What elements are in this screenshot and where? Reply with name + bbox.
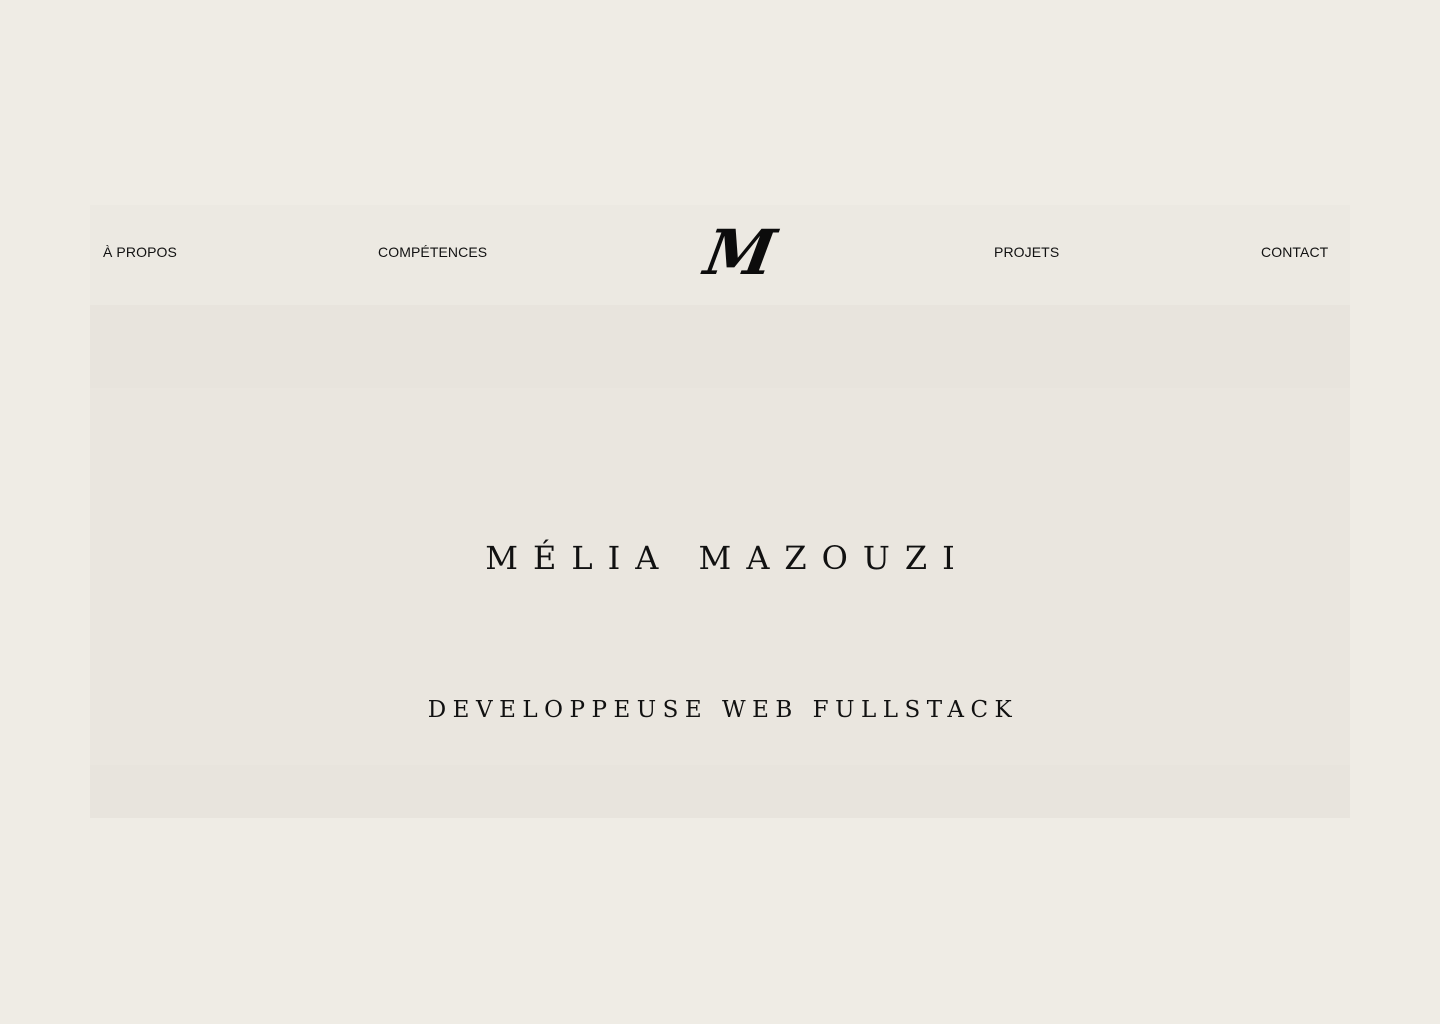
logo-monogram[interactable]: M	[699, 216, 782, 289]
hero-role: DEVELOPPEUSE WEB FULLSTACK	[427, 697, 1019, 723]
main-nav: À PROPOS COMPÉTENCES M PROJETS CONTACT	[90, 205, 1350, 305]
nav-link-competences[interactable]: COMPÉTENCES	[378, 244, 487, 260]
nav-link-contact[interactable]: CONTACT	[1261, 244, 1328, 260]
page-frame: À PROPOS COMPÉTENCES M PROJETS CONTACT M…	[90, 205, 1350, 818]
nav-link-projets[interactable]: PROJETS	[994, 244, 1059, 260]
nav-link-a-propos[interactable]: À PROPOS	[103, 244, 177, 260]
hero-name: MÉLIA MAZOUZI	[485, 539, 970, 577]
